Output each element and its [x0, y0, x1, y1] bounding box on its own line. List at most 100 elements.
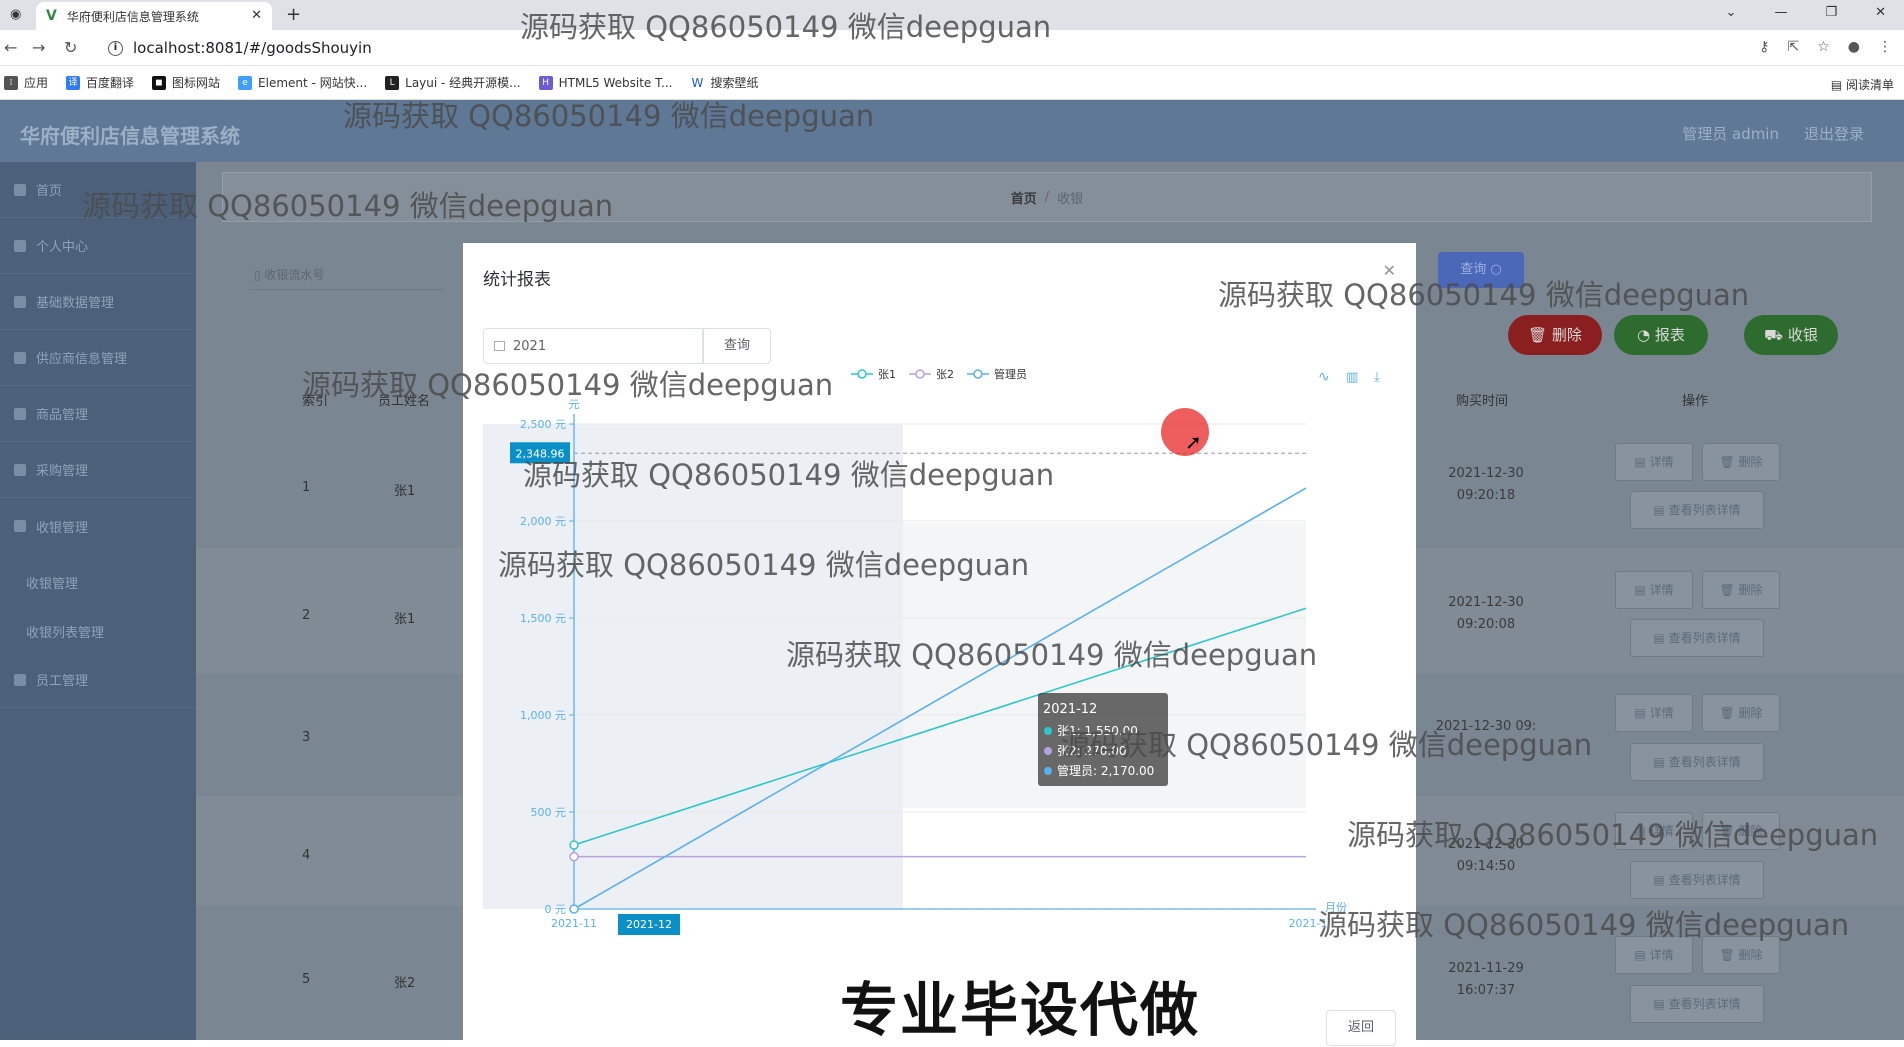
tooltip-marker [1044, 727, 1052, 735]
tab-close-icon[interactable]: ✕ [251, 8, 262, 23]
new-tab-icon[interactable]: + [286, 4, 301, 25]
more-icon[interactable]: ⋮ [1878, 39, 1892, 55]
supplier-icon [14, 351, 26, 364]
row-time: 2021-11-29 16:07:37 [1448, 961, 1524, 998]
reading-list-icon: ▤ [1830, 78, 1846, 92]
sidebar-item-base-data[interactable]: 基础数据管理 [0, 274, 196, 330]
staff-icon [14, 673, 26, 686]
sidebar-subitem-cashier-list[interactable]: 收银列表管理 [26, 622, 104, 641]
column-header-actions: 操作 [1682, 394, 1709, 409]
mouse-cursor-icon: ➚ [1185, 430, 1202, 454]
row-index: 2 [302, 608, 311, 623]
close-window-icon[interactable]: ✕ [1875, 5, 1886, 20]
minimize-icon[interactable]: — [1774, 5, 1787, 20]
row-index: 4 [302, 848, 311, 863]
forward-icon[interactable]: → [32, 38, 45, 57]
bookmark-baidu-translate[interactable]: 译百度翻译 [66, 74, 134, 91]
dialog-back-button[interactable]: 返回 [1326, 1010, 1396, 1046]
sidebar-item-cashier[interactable]: 收银管理 [0, 498, 196, 554]
info-icon[interactable]: i [108, 40, 123, 56]
back-icon[interactable]: ← [4, 38, 17, 57]
row-delete-button[interactable]: 🗑 删除 [1702, 571, 1780, 609]
url-text: localhost:8081/#/goodsShouyin [133, 39, 372, 57]
dialog-query-button[interactable]: 查询 [703, 328, 771, 364]
trash-icon: 🗑 [1719, 706, 1739, 720]
tooltip-marker [1044, 767, 1052, 775]
reading-list[interactable]: ▤ 阅读清单 [1831, 76, 1894, 93]
row-name: 张1 [394, 484, 416, 499]
legend-marker [857, 369, 867, 379]
browser-tab[interactable]: V 华府便利店信息管理系统 ✕ [36, 2, 272, 30]
share-icon[interactable]: ⇱ [1787, 39, 1799, 55]
profile-icon[interactable]: ● [1848, 39, 1860, 55]
row-detail-button[interactable]: ▤ 详情 [1615, 443, 1693, 481]
browser-menu-icon[interactable]: ◉ [10, 7, 21, 22]
legend-marker [915, 369, 925, 379]
current-user: 管理员 admin [1682, 125, 1779, 143]
y-tick-label: 1,500 元 [520, 612, 566, 625]
sidebar-item-profile[interactable]: 个人中心 [0, 218, 196, 274]
legend-label: 张1 [878, 368, 896, 381]
sidebar-item-staff[interactable]: 员工管理 [0, 652, 196, 708]
bookmark-element[interactable]: e Element - 网站快... [238, 74, 367, 91]
sidebar-item-supplier[interactable]: 供应商信息管理 [0, 330, 196, 386]
line-chart-icon: ∿ [1318, 369, 1330, 385]
year-value: 2021 [513, 338, 547, 354]
delete-button[interactable]: 🗑 删除 [1508, 315, 1602, 355]
y-tick-label: 2,000 元 [520, 515, 566, 528]
row-list-detail-button[interactable]: ▤ 查看列表详情 [1630, 491, 1764, 529]
watermark: 源码获取 QQ86050149 微信deepguan [1218, 278, 1750, 312]
app-title: 华府便利店信息管理系统 [20, 124, 240, 148]
sidebar-item-goods[interactable]: 商品管理 [0, 386, 196, 442]
cart-icon: ⛟ [1764, 326, 1784, 344]
key-icon[interactable]: ⚷ [1759, 39, 1769, 55]
row-list-detail-button[interactable]: ▤ 查看列表详情 [1630, 743, 1764, 781]
document-icon: ▤ [1634, 455, 1650, 469]
app-header: 华府便利店信息管理系统 管理员 admin 退出登录 [0, 100, 1904, 162]
row-delete-button[interactable]: 🗑 删除 [1702, 443, 1780, 481]
year-picker[interactable]: 2021 [483, 328, 703, 364]
sidebar-item-purchase[interactable]: 采购管理 [0, 442, 196, 498]
row-detail-button[interactable]: ▤ 详情 [1615, 571, 1693, 609]
trash-icon: 🗑 [1719, 583, 1739, 597]
data-point [569, 904, 579, 914]
bookmark-icon-site[interactable]: ◼ 图标网站 [152, 74, 220, 91]
watermark: 源码获取 QQ86050149 微信deepguan [523, 458, 1055, 492]
row-detail-button[interactable]: ▤ 详情 [1615, 694, 1693, 732]
serial-search-input[interactable]: ▯ 收银流水号 [250, 260, 445, 290]
data-icon [14, 295, 26, 308]
checkout-button[interactable]: ⛟ 收银 [1744, 315, 1838, 355]
legend-label: 张2 [936, 368, 954, 381]
trash-icon: 🗑 [1719, 948, 1739, 962]
html5-icon: H [538, 75, 553, 90]
reload-icon[interactable]: ↻ [64, 38, 77, 57]
row-list-detail-button[interactable]: ▤ 查看列表详情 [1630, 619, 1764, 657]
watermark: 源码获取 QQ86050149 微信deepguan [520, 10, 1052, 44]
row-delete-button[interactable]: 🗑 删除 [1702, 694, 1780, 732]
report-button[interactable]: ◔ 报表 [1614, 315, 1708, 355]
calendar-icon [494, 341, 505, 351]
row-index: 1 [302, 480, 311, 495]
home-icon [14, 183, 26, 196]
document-icon: ▤ [1634, 948, 1650, 962]
window-controls: ⌄ — ❐ ✕ [1726, 5, 1886, 20]
row-name: 张1 [394, 612, 416, 627]
bookmark-wallpaper[interactable]: W 搜索壁纸 [690, 74, 758, 91]
breadcrumb-home[interactable]: 首页 [1011, 188, 1037, 207]
row-list-detail-button[interactable]: ▤ 查看列表详情 [1630, 861, 1764, 899]
icon-site-icon: ◼ [152, 75, 167, 90]
sidebar-subitem-cashier[interactable]: 收银管理 [26, 573, 78, 592]
chevron-down-icon[interactable]: ⌄ [1726, 5, 1737, 20]
logout-link[interactable]: 退出登录 [1804, 123, 1864, 144]
bookmark-apps[interactable]: ⁞ 应用 [4, 74, 48, 91]
star-icon[interactable]: ☆ [1817, 39, 1830, 55]
row-time: 2021-12-30 09:20:08 [1448, 595, 1524, 632]
bar-chart-icon: ▥ [1346, 370, 1358, 385]
bookmark-html5[interactable]: H HTML5 Website T... [538, 75, 672, 90]
bookmark-layui[interactable]: L Layui - 经典开源模... [385, 74, 521, 91]
restore-icon[interactable]: ❐ [1825, 5, 1837, 20]
search-icon: ▯ [254, 268, 265, 282]
row-list-detail-button[interactable]: ▤ 查看列表详情 [1630, 985, 1764, 1023]
dialog-title: 统计报表 [483, 270, 551, 290]
document-icon: ▤ [1634, 706, 1650, 720]
